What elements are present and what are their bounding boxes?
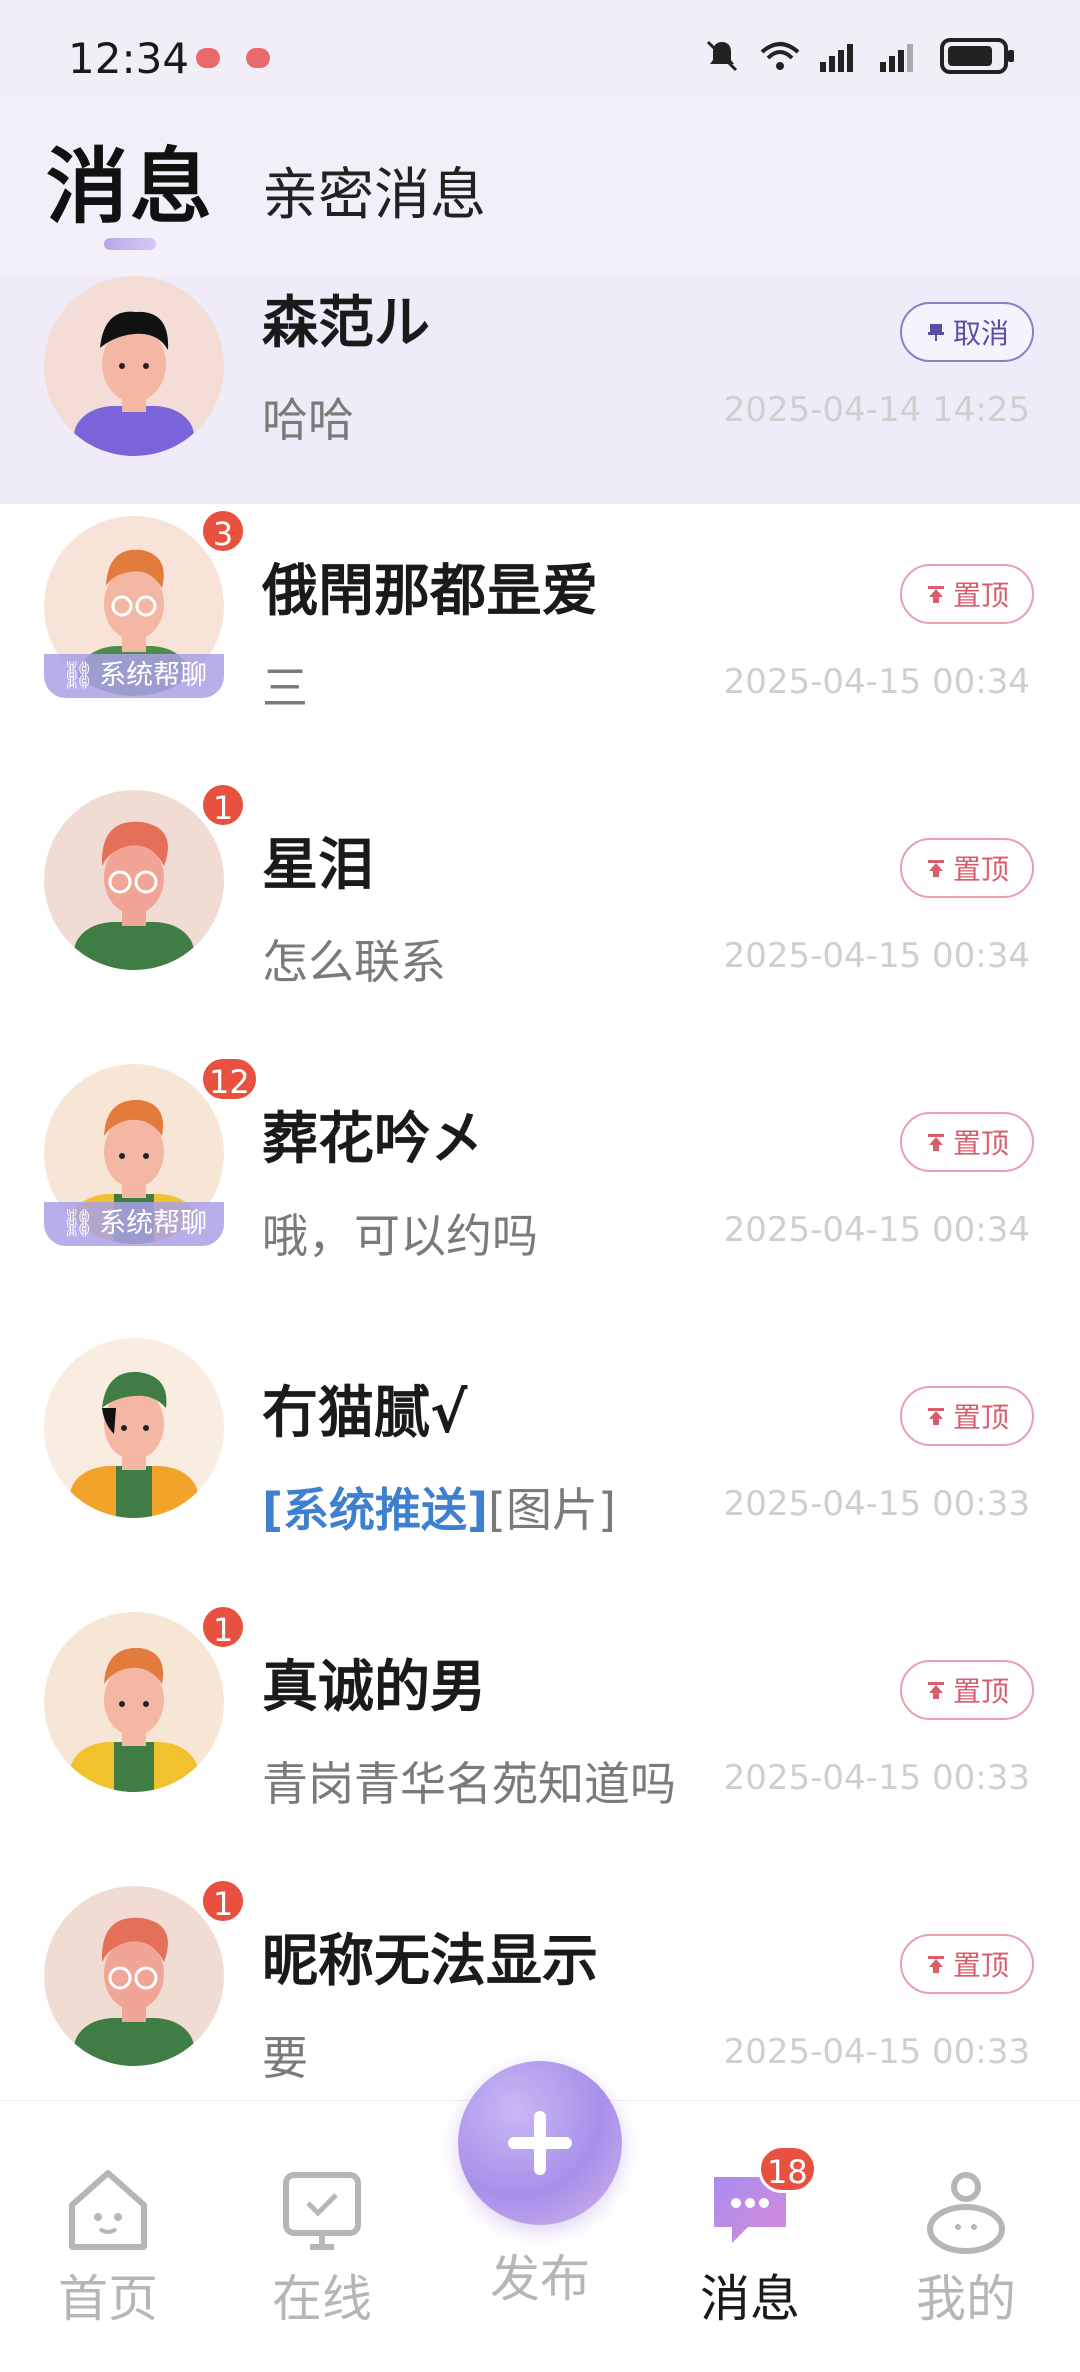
nav-home-label: 首页: [58, 2270, 158, 2328]
unread-badge: 1: [200, 1878, 246, 1924]
avatar[interactable]: [44, 1612, 224, 1792]
nav-mine-label: 我的: [916, 2270, 1016, 2328]
tab-indicator: [104, 238, 156, 250]
plus-icon: [508, 2111, 572, 2175]
message-list: 森范ル 哈哈 2025-04-14 14:25 取消 3 ⛓ 系统帮聊 俄閈那都昰…: [0, 276, 1080, 2148]
system-push-label: [系统推送]: [262, 1483, 489, 1537]
contact-name: 森范ル: [262, 291, 430, 356]
avatar[interactable]: [44, 1338, 224, 1518]
message-time: 2025-04-15 00:34: [723, 1210, 1030, 1250]
pin-button[interactable]: 置顶: [900, 838, 1034, 898]
nav-online[interactable]: 在线: [252, 2161, 392, 2331]
pin-label: 置顶: [952, 1949, 1009, 1982]
wifi-icon: [760, 42, 800, 70]
contact-name: 俄閈那都昰爱: [262, 559, 598, 624]
contact-name: 葬花吟㐅: [262, 1107, 486, 1172]
unpin-label: 取消: [952, 317, 1009, 350]
list-item[interactable]: 1 真诚的男 青岗青华名苑知道吗 2025-04-15 00:33 置顶: [0, 1600, 1080, 1874]
message-time: 2025-04-15 00:34: [723, 662, 1030, 702]
nav-mine[interactable]: 我的: [896, 2161, 1036, 2331]
status-icons: [704, 36, 1016, 76]
list-item[interactable]: 森范ル 哈哈 2025-04-14 14:25 取消: [0, 276, 1080, 504]
home-icon: [69, 2170, 147, 2250]
pin-button[interactable]: 置顶: [900, 1934, 1034, 1994]
avatar[interactable]: [44, 276, 224, 456]
battery-icon: [940, 38, 1014, 74]
status-bar: 12:34: [0, 0, 1080, 120]
bottom-nav: 首页 在线 发布 消息 18 我的: [0, 2061, 1080, 2372]
message-preview: 青岗青华名苑知道吗: [262, 1757, 676, 1811]
pin-top-icon: [927, 860, 944, 877]
preview-text: [图片]: [488, 1483, 616, 1537]
notification-icon: [246, 48, 270, 68]
system-helper-tag: ⛓ 系统帮聊: [44, 1202, 224, 1246]
signal-icon: [880, 44, 913, 72]
list-item[interactable]: 12 ⛓ 系统帮聊 葬花吟㐅 哦，可以约吗 2025-04-15 00:34 置顶: [0, 1052, 1080, 1326]
pin-label: 置顶: [952, 1127, 1009, 1160]
pin-top-icon: [927, 1408, 944, 1425]
message-preview: 怎么联系: [262, 935, 446, 989]
notification-icon: [196, 48, 220, 68]
unread-badge: 12: [200, 1056, 259, 1102]
system-helper-tag: ⛓ 系统帮聊: [44, 654, 224, 698]
tab-messages[interactable]: 消息: [46, 120, 214, 239]
pin-button[interactable]: 置顶: [900, 1386, 1034, 1446]
list-item[interactable]: 1 星泪 怎么联系 2025-04-15 00:34 置顶: [0, 778, 1080, 1052]
message-time: 2025-04-15 00:33: [723, 2032, 1030, 2072]
unread-badge: 1: [200, 782, 246, 828]
message-time: 2025-04-15 00:33: [723, 1758, 1030, 1798]
message-preview: 要: [262, 2031, 308, 2085]
message-preview: 哦，可以约吗: [262, 1209, 538, 1263]
message-preview: 三: [262, 661, 308, 715]
nav-home[interactable]: 首页: [38, 2161, 178, 2331]
pin-icon: [927, 324, 944, 341]
signal-icon: [820, 44, 853, 72]
unread-badge: 3: [200, 508, 246, 554]
pin-top-icon: [927, 1134, 944, 1151]
contact-name: 昵称无法显示: [262, 1929, 598, 1994]
online-monitor-icon: [283, 2172, 361, 2250]
pin-button[interactable]: 置顶: [900, 1112, 1034, 1172]
nav-messages-label: 消息: [700, 2270, 800, 2328]
pin-button[interactable]: 置顶: [900, 1660, 1034, 1720]
profile-icon: [927, 2172, 1005, 2254]
message-preview: 哈哈: [262, 393, 354, 447]
nav-online-label: 在线: [272, 2270, 372, 2328]
unpin-button[interactable]: 取消: [900, 302, 1034, 362]
pin-label: 置顶: [952, 1401, 1009, 1434]
pin-top-icon: [927, 1956, 944, 1973]
message-time: 2025-04-14 14:25: [723, 390, 1030, 430]
link-icon: ⛓: [60, 660, 96, 691]
pin-button[interactable]: 置顶: [900, 564, 1034, 624]
message-time: 2025-04-15 00:34: [723, 936, 1030, 976]
messages-unread-badge: 18: [758, 2145, 817, 2193]
status-time: 12:34: [68, 34, 190, 83]
contact-name: 真诚的男: [262, 1655, 486, 1720]
mute-bell-icon: [706, 40, 738, 72]
avatar[interactable]: [44, 1886, 224, 2066]
post-label: 发布: [490, 2250, 590, 2308]
pin-label: 置顶: [952, 1675, 1009, 1708]
contact-name: 冇猫腻√: [262, 1381, 468, 1446]
pin-top-icon: [927, 586, 944, 603]
contact-name: 星泪: [262, 833, 374, 898]
post-button[interactable]: [458, 2061, 622, 2225]
list-item[interactable]: 3 ⛓ 系统帮聊 俄閈那都昰爱 三 2025-04-15 00:34 置顶: [0, 504, 1080, 778]
pin-label: 置顶: [952, 579, 1009, 612]
message-time: 2025-04-15 00:33: [723, 1484, 1030, 1524]
unread-badge: 1: [200, 1604, 246, 1650]
message-preview: [系统推送][图片]: [262, 1474, 616, 1540]
link-icon: ⛓: [60, 1208, 96, 1239]
helper-tag-label: 系统帮聊: [99, 1208, 208, 1239]
list-item[interactable]: 冇猫腻√ [系统推送][图片] 2025-04-15 00:33 置顶: [0, 1326, 1080, 1600]
helper-tag-label: 系统帮聊: [99, 660, 208, 691]
pin-label: 置顶: [952, 853, 1009, 886]
tab-intimate-messages[interactable]: 亲密消息: [262, 150, 486, 231]
avatar[interactable]: [44, 790, 224, 970]
pin-top-icon: [927, 1682, 944, 1699]
